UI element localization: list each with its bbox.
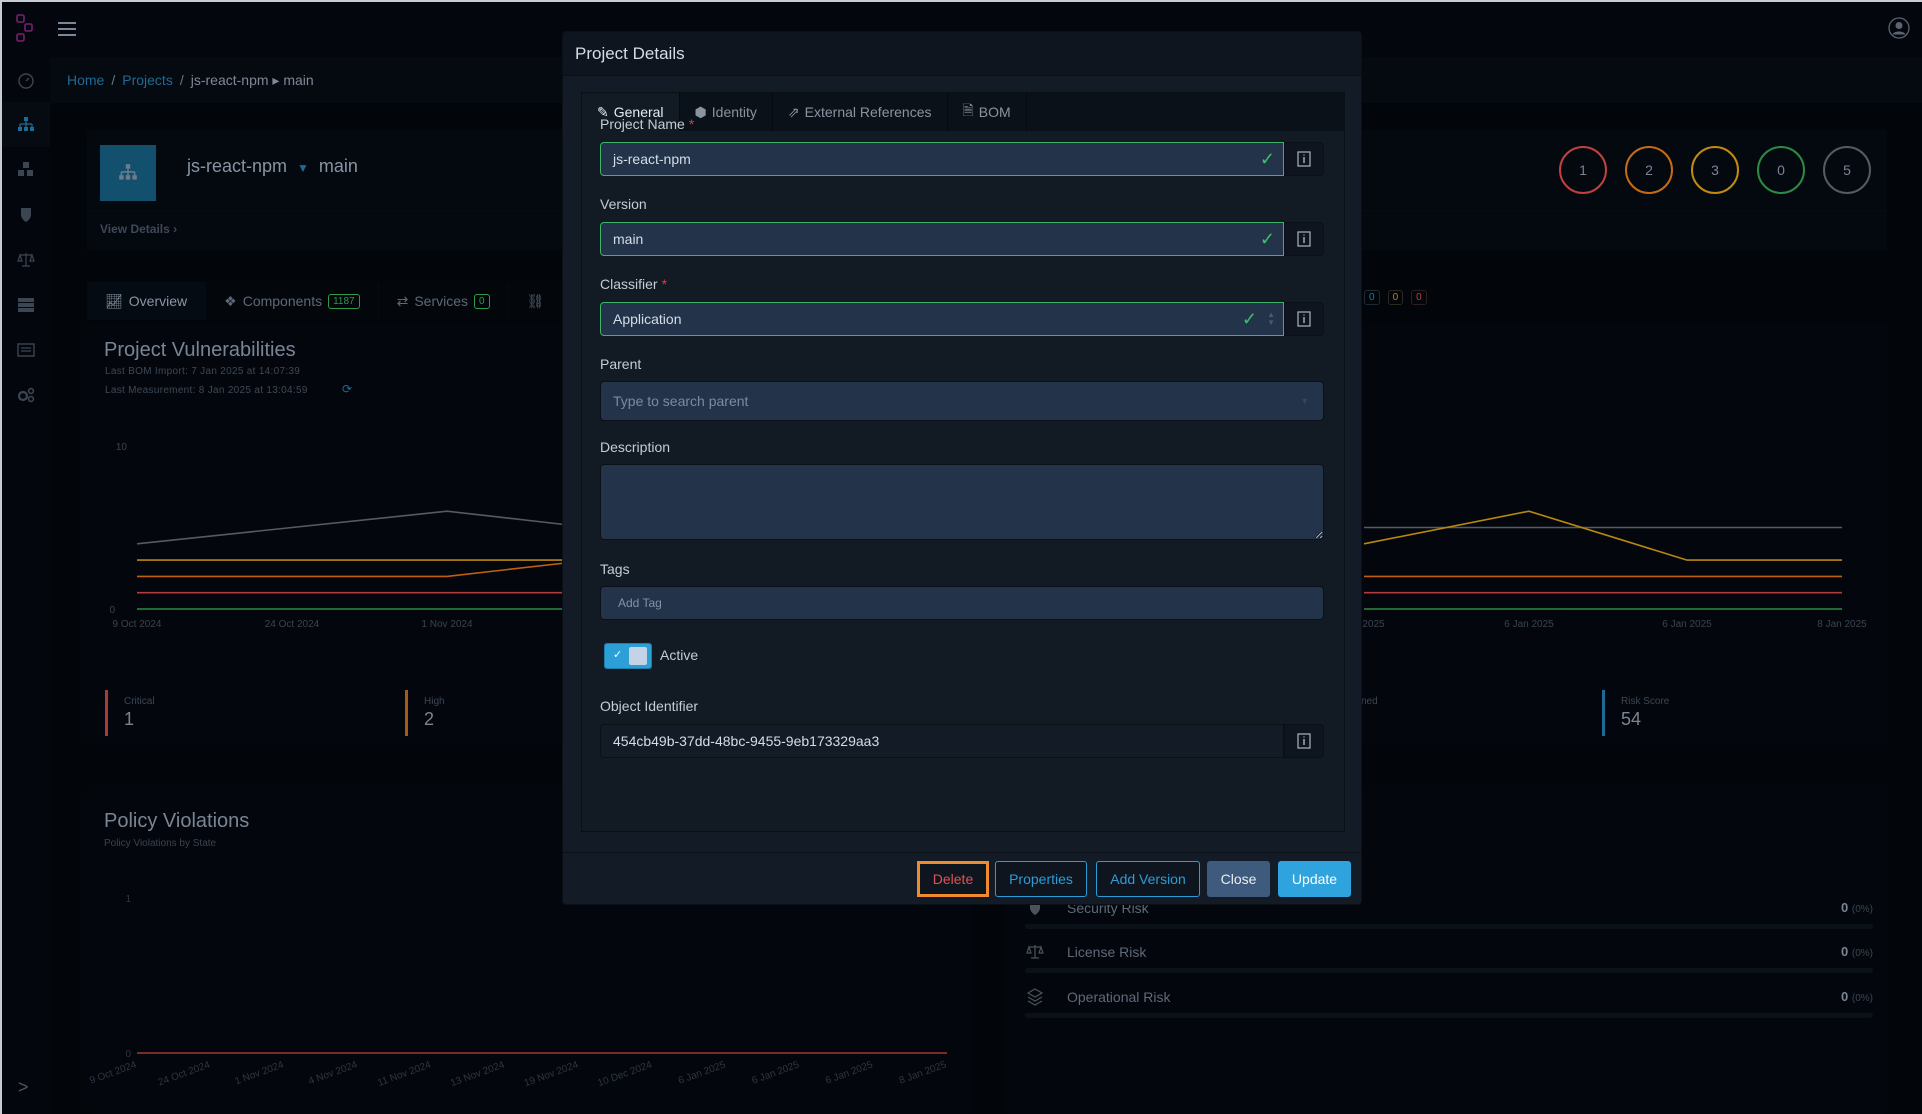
classifier-group: Application ✓ ▲ ▼ [600,302,1324,336]
info-button[interactable] [1284,222,1324,256]
modal-title: Project Details [563,32,1361,76]
update-button[interactable]: Update [1278,861,1351,897]
classifier-select[interactable]: Application ✓ ▲ ▼ [600,302,1284,336]
modal-tabs-card: ✎ General ⬢ Identity ⇗ External References … [581,92,1345,832]
valid-check-icon: ✓ [1259,229,1275,249]
info-button[interactable] [1284,724,1324,758]
parent-label: Parent [600,356,642,372]
tab-external-references[interactable]: ⇗ External References [772,93,948,131]
close-button[interactable]: Close [1207,861,1270,897]
info-icon [1297,311,1311,327]
project-name-label: Project Name * [600,116,695,132]
info-icon [1297,151,1311,167]
tab-label: Identity [711,104,757,120]
object-identifier-group: 454cb49b-37dd-48bc-9455-9eb173329aa3 [600,724,1324,758]
chevron-down-icon: ▼ [1300,396,1309,406]
modal-tab-strip: ✎ General ⬢ Identity ⇗ External References … [582,93,1344,131]
version-input[interactable]: main ✓ [600,222,1284,256]
tab-label: External References [804,104,932,120]
info-icon [1297,733,1311,749]
classifier-label: Classifier * [600,276,668,292]
project-name-input[interactable]: js-react-npm ✓ [600,142,1284,176]
object-identifier-input[interactable]: 454cb49b-37dd-48bc-9455-9eb173329aa3 [600,724,1284,758]
parent-search-input[interactable]: Type to search parent ▼ [600,381,1324,421]
tab-label: BOM [978,104,1011,120]
cube-icon: ⬢ [694,103,707,120]
file-text-icon: 🗎︎ [962,102,974,118]
version-label: Version [600,196,647,212]
add-version-button[interactable]: Add Version [1096,861,1200,897]
description-textarea[interactable] [600,464,1324,540]
check-icon: ✓ [613,649,623,661]
tags-label: Tags [600,561,630,577]
valid-check-icon: ✓ [1241,309,1257,329]
project-name-group: js-react-npm ✓ [600,142,1324,176]
info-button[interactable] [1284,302,1324,336]
toggle-knob [629,647,647,665]
valid-check-icon: ✓ [1259,149,1275,169]
info-icon [1297,231,1311,247]
project-details-modal: Project Details ✎ General ⬢ Identity ⇗ Exte… [563,32,1361,904]
app-window: > Home / Projects / js-react-npm ▸ main js-r… [0,0,1922,1114]
description-label: Description [600,439,671,455]
version-group: main ✓ [600,222,1324,256]
external-link-icon: ⇗ [787,103,800,120]
modal-backdrop[interactable]: Project Details ✎ General ⬢ Identity ⇗ Exte… [2,2,1922,1114]
active-label: Active [660,647,699,663]
object-identifier-label: Object Identifier [600,698,699,714]
tags-input[interactable]: Add Tag [600,586,1324,620]
properties-button[interactable]: Properties [995,861,1087,897]
active-toggle[interactable]: ✓ [604,643,652,669]
info-button[interactable] [1284,142,1324,176]
delete-button[interactable]: Delete [917,861,989,897]
modal-footer: Delete Properties Add Version Close Upda… [563,852,1361,904]
tab-bom[interactable]: 🗎︎ BOM [947,93,1027,131]
select-arrows-icon: ▲ ▼ [1267,310,1275,327]
